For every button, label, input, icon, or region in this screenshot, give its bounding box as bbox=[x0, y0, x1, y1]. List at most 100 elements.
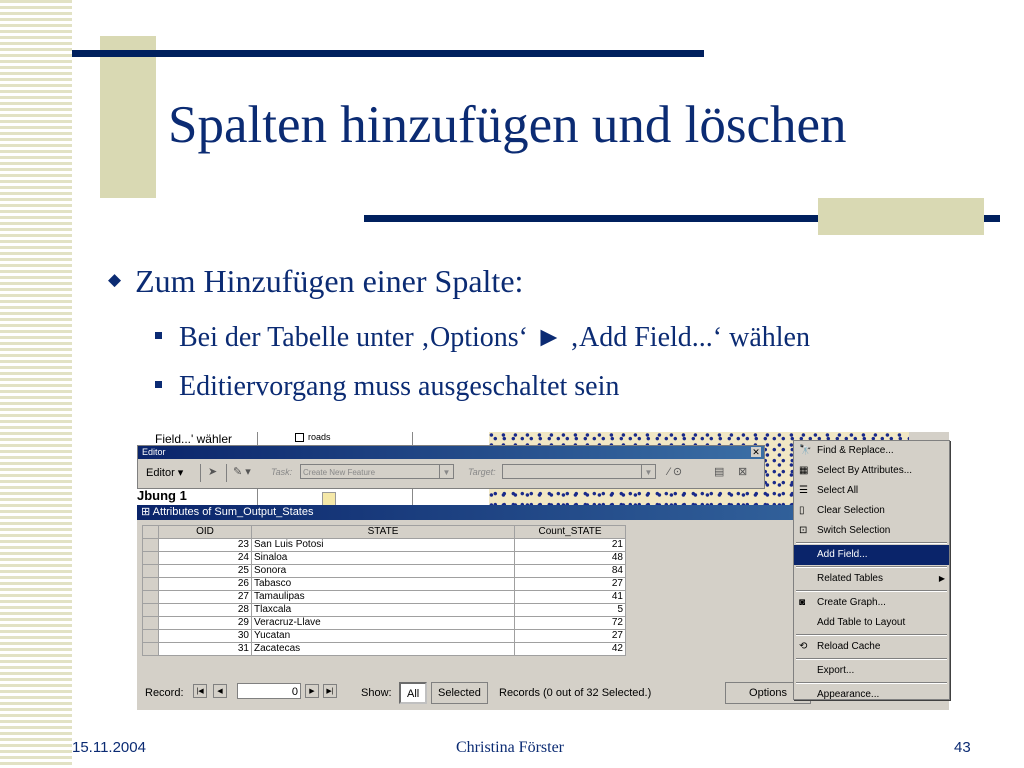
cell-state[interactable]: Yucatan bbox=[251, 629, 515, 643]
column-header-count-state[interactable]: Count_STATE bbox=[514, 525, 626, 539]
menu-item-related-tables[interactable]: Related Tables ▶ bbox=[794, 569, 949, 589]
menu-item-reload-cache[interactable]: ⟲ Reload Cache bbox=[794, 637, 949, 657]
cell-oid[interactable]: 24 bbox=[158, 551, 252, 565]
square-bullet-icon bbox=[155, 381, 162, 388]
table-row[interactable]: 28 Tlaxcala 5 bbox=[142, 603, 626, 617]
layer-checkbox[interactable] bbox=[295, 433, 304, 443]
toc-layer-roads[interactable]: roads bbox=[295, 432, 331, 443]
title-top-rule bbox=[72, 50, 704, 57]
split-tool-icon[interactable]: ⁄ ⊙ bbox=[668, 465, 682, 478]
show-selected-button[interactable]: Selected bbox=[431, 682, 488, 704]
menu-item-export[interactable]: Export... bbox=[794, 661, 949, 681]
table-row[interactable]: 25 Sonora 84 bbox=[142, 564, 626, 578]
column-header-state[interactable]: STATE bbox=[251, 525, 515, 539]
show-label: Show: bbox=[361, 687, 392, 699]
cell-oid[interactable]: 27 bbox=[158, 590, 252, 604]
table-row[interactable]: 27 Tamaulipas 41 bbox=[142, 590, 626, 604]
row-selector[interactable] bbox=[142, 577, 159, 591]
record-number-input[interactable]: 0 bbox=[237, 683, 301, 699]
task-dropdown-value: Create New Feature bbox=[303, 468, 376, 477]
menu-item-switch-selection[interactable]: ⊡ Switch Selection bbox=[794, 521, 949, 541]
cell-state[interactable]: Tabasco bbox=[251, 577, 515, 591]
table-row[interactable]: 24 Sinaloa 48 bbox=[142, 551, 626, 565]
clear-selection-icon: ▯ bbox=[799, 505, 805, 516]
cell-state[interactable]: Sonora bbox=[251, 564, 515, 578]
sketch-pencil-icon[interactable]: ✎ ▾ bbox=[233, 465, 251, 478]
row-selector[interactable] bbox=[142, 538, 159, 552]
sketch-properties-icon[interactable]: ⊠ bbox=[738, 465, 747, 478]
last-record-icon[interactable]: ▶| bbox=[323, 684, 337, 698]
edit-arrow-icon[interactable]: ➤ bbox=[208, 465, 217, 478]
task-dropdown[interactable]: Create New Feature ▼ bbox=[300, 464, 454, 479]
cell-oid[interactable]: 28 bbox=[158, 603, 252, 617]
bullet-level1-text: Zum Hinzufügen einer Spalte: bbox=[135, 263, 524, 299]
menu-separator bbox=[796, 634, 947, 636]
toc-field-text: Field...' wähler bbox=[155, 432, 232, 446]
cell-count-state[interactable]: 27 bbox=[514, 629, 626, 643]
table-row[interactable]: 31 Zacatecas 42 bbox=[142, 642, 626, 656]
diamond-bullet-icon: ◆ bbox=[108, 270, 122, 289]
menu-separator bbox=[796, 658, 947, 660]
row-selector[interactable] bbox=[142, 616, 159, 630]
row-selector-header[interactable] bbox=[142, 525, 159, 539]
next-record-icon[interactable]: ▶ bbox=[305, 684, 319, 698]
menu-item-clear-selection[interactable]: ▯ Clear Selection bbox=[794, 501, 949, 521]
menu-item-add-field[interactable]: Add Field... bbox=[794, 545, 949, 565]
row-selector[interactable] bbox=[142, 603, 159, 617]
row-selector[interactable] bbox=[142, 642, 159, 656]
cell-oid[interactable]: 31 bbox=[158, 642, 252, 656]
cell-count-state[interactable]: 41 bbox=[514, 590, 626, 604]
cell-state[interactable]: Sinaloa bbox=[251, 551, 515, 565]
attributes-table: OID STATE Count_STATE 23 San Luis Potosi 2… bbox=[142, 525, 626, 656]
cell-count-state[interactable]: 48 bbox=[514, 551, 626, 565]
cell-state[interactable]: Tamaulipas bbox=[251, 590, 515, 604]
cell-count-state[interactable]: 21 bbox=[514, 538, 626, 552]
target-label: Target: bbox=[468, 467, 496, 477]
menu-item-select-by-attributes[interactable]: ▦ Select By Attributes... bbox=[794, 461, 949, 481]
cell-oid[interactable]: 25 bbox=[158, 564, 252, 578]
sql-icon: ▦ bbox=[799, 465, 809, 476]
attributes-icon[interactable]: ▤ bbox=[714, 465, 724, 478]
cell-count-state[interactable]: 72 bbox=[514, 616, 626, 630]
row-selector[interactable] bbox=[142, 551, 159, 565]
cell-count-state[interactable]: 5 bbox=[514, 603, 626, 617]
footer-date: 15.11.2004 bbox=[72, 739, 146, 756]
cell-state[interactable]: Zacatecas bbox=[251, 642, 515, 656]
menu-item-label: Switch Selection bbox=[817, 525, 891, 536]
submenu-arrow-icon: ▶ bbox=[938, 574, 945, 583]
menu-item-label: Reload Cache bbox=[817, 641, 881, 652]
first-record-icon[interactable]: |◀ bbox=[193, 684, 207, 698]
cell-oid[interactable]: 30 bbox=[158, 629, 252, 643]
row-selector[interactable] bbox=[142, 629, 159, 643]
cell-oid[interactable]: 26 bbox=[158, 577, 252, 591]
menu-item-find-replace[interactable]: 🔭 Find & Replace... bbox=[794, 441, 949, 461]
chevron-down-icon: ▼ bbox=[641, 465, 655, 478]
menu-item-create-graph[interactable]: ◙ Create Graph... bbox=[794, 593, 949, 613]
cell-count-state[interactable]: 84 bbox=[514, 564, 626, 578]
table-row[interactable]: 30 Yucatan 27 bbox=[142, 629, 626, 643]
column-header-oid[interactable]: OID bbox=[158, 525, 252, 539]
table-row[interactable]: 23 San Luis Potosi 21 bbox=[142, 538, 626, 552]
cell-state[interactable]: Tlaxcala bbox=[251, 603, 515, 617]
menu-item-select-all[interactable]: ☰ Select All bbox=[794, 481, 949, 501]
menu-item-appearance[interactable]: Appearance... bbox=[794, 685, 949, 705]
cell-state[interactable]: San Luis Potosi bbox=[251, 538, 515, 552]
cell-count-state[interactable]: 27 bbox=[514, 577, 626, 591]
menu-item-label: Appearance... bbox=[817, 689, 880, 700]
menu-item-add-table-to-layout[interactable]: Add Table to Layout bbox=[794, 613, 949, 633]
row-selector[interactable] bbox=[142, 590, 159, 604]
row-selector[interactable] bbox=[142, 564, 159, 578]
cell-oid[interactable]: 23 bbox=[158, 538, 252, 552]
table-row[interactable]: 26 Tabasco 27 bbox=[142, 577, 626, 591]
cell-count-state[interactable]: 42 bbox=[514, 642, 626, 656]
editor-menu-button[interactable]: Editor ▾ bbox=[146, 466, 183, 479]
cell-state[interactable]: Veracruz-Llave bbox=[251, 616, 515, 630]
cell-oid[interactable]: 29 bbox=[158, 616, 252, 630]
prev-record-icon[interactable]: ◀ bbox=[213, 684, 227, 698]
menu-separator bbox=[796, 682, 947, 684]
square-bullet-icon bbox=[155, 332, 162, 339]
show-all-button[interactable]: All bbox=[399, 682, 428, 704]
close-icon[interactable]: ✕ bbox=[751, 447, 761, 457]
target-dropdown[interactable]: ▼ bbox=[502, 464, 656, 479]
table-row[interactable]: 29 Veracruz-Llave 72 bbox=[142, 616, 626, 630]
